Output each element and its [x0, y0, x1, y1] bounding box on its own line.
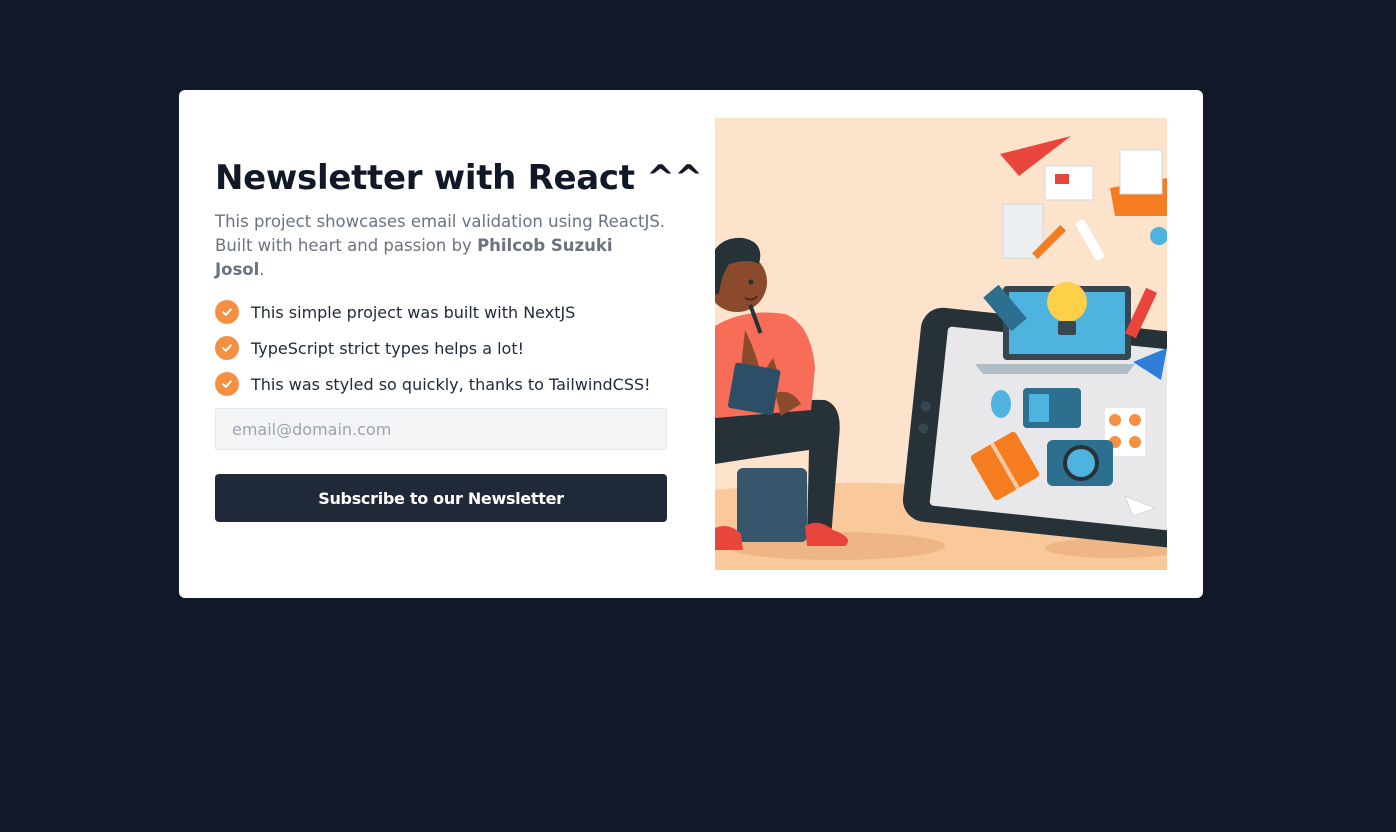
- feature-text: This was styled so quickly, thanks to Ta…: [251, 374, 651, 394]
- check-icon: [215, 336, 239, 360]
- newsletter-content: Newsletter with React ^^ This project sh…: [215, 150, 703, 522]
- feature-text: This simple project was built with NextJ…: [251, 302, 576, 322]
- description: This project showcases email validation …: [215, 210, 667, 282]
- page-title: Newsletter with React ^^: [215, 158, 703, 198]
- check-icon: [215, 300, 239, 324]
- check-icon: [215, 372, 239, 396]
- list-item: This simple project was built with NextJ…: [215, 300, 667, 324]
- feature-text: TypeScript strict types helps a lot!: [251, 338, 525, 358]
- email-field[interactable]: [215, 408, 667, 450]
- feature-list: This simple project was built with NextJ…: [215, 300, 667, 396]
- list-item: This was styled so quickly, thanks to Ta…: [215, 372, 667, 396]
- list-item: TypeScript strict types helps a lot!: [215, 336, 667, 360]
- subscribe-button[interactable]: Subscribe to our Newsletter: [215, 474, 667, 522]
- person-with-tablet-illustration: [715, 118, 1167, 570]
- description-end: .: [259, 260, 265, 279]
- newsletter-card: Newsletter with React ^^ This project sh…: [179, 90, 1203, 598]
